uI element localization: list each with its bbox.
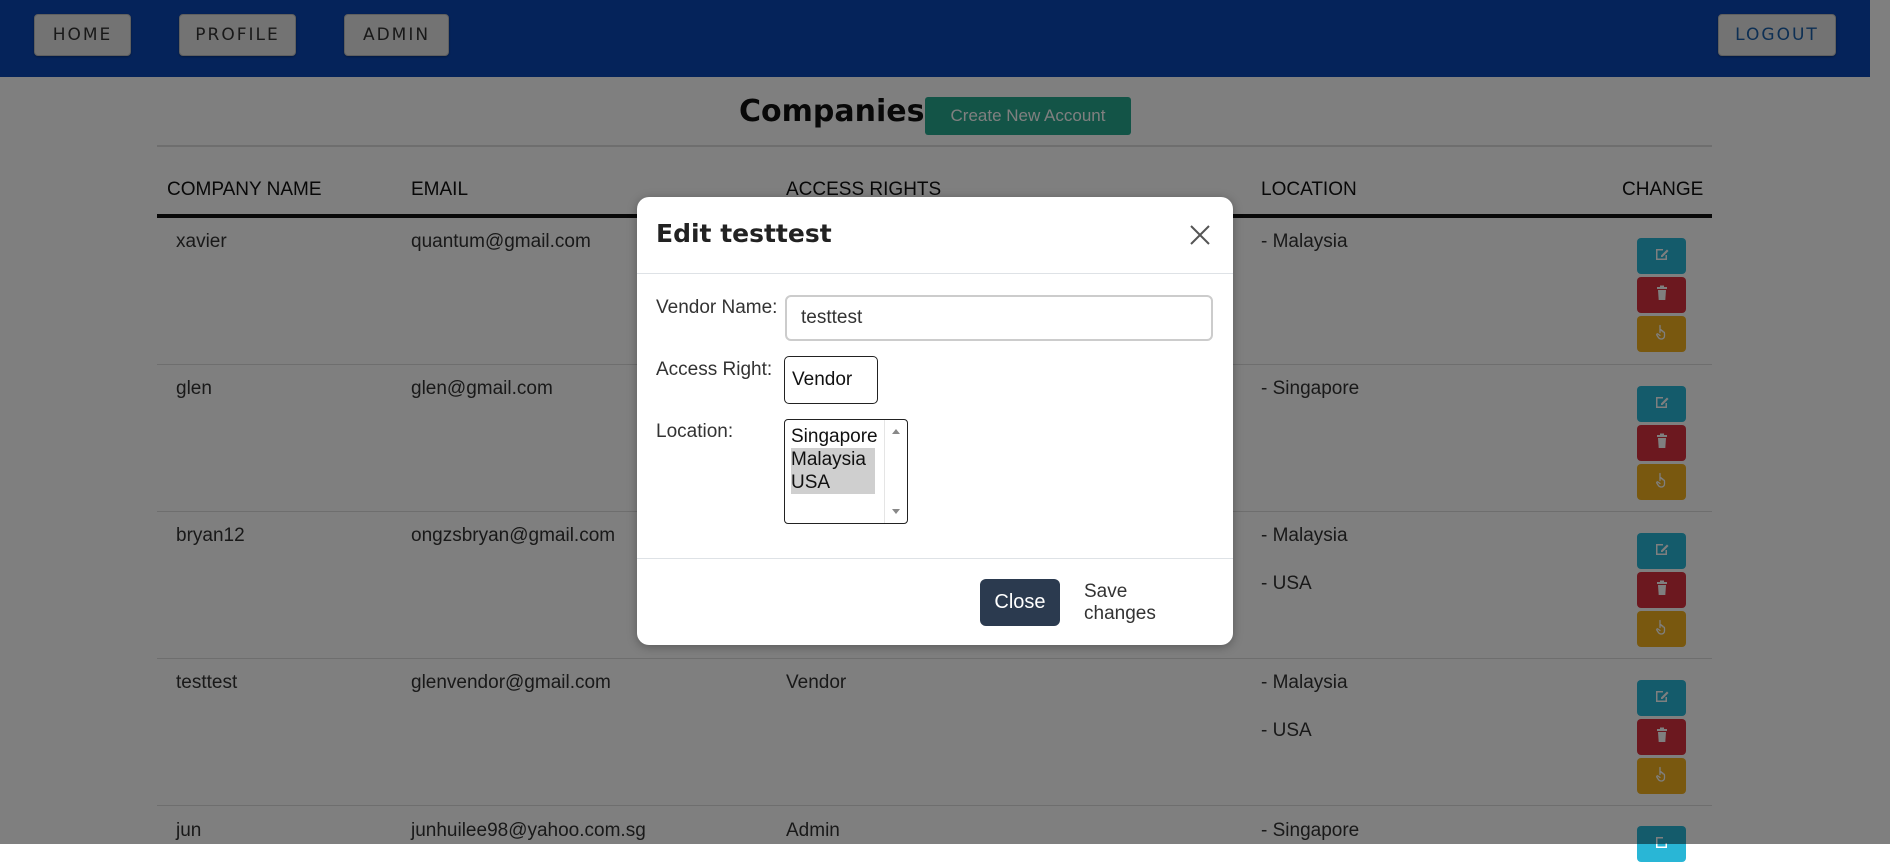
vendor-name-input[interactable]: testtest bbox=[785, 295, 1213, 341]
location-option[interactable]: Singapore bbox=[791, 425, 878, 448]
divider bbox=[637, 558, 1233, 559]
divider bbox=[637, 273, 1233, 274]
save-changes-button[interactable]: Save changes bbox=[1084, 579, 1202, 626]
access-right-select[interactable]: Vendor bbox=[784, 356, 878, 404]
location-option[interactable]: USA bbox=[791, 471, 875, 494]
edit-dialog: Edit testtest Vendor Name: testtest Acce… bbox=[637, 197, 1233, 645]
vendor-name-label: Vendor Name: bbox=[656, 297, 778, 318]
close-button[interactable]: Close bbox=[980, 579, 1060, 626]
location-label: Location: bbox=[656, 421, 734, 442]
location-option[interactable]: Malaysia bbox=[791, 448, 875, 471]
close-icon[interactable] bbox=[1187, 222, 1213, 248]
dialog-title: Edit testtest bbox=[656, 219, 832, 248]
scrollbar[interactable] bbox=[884, 420, 907, 523]
access-right-label: Access Right: bbox=[656, 359, 773, 380]
location-multiselect[interactable]: Singapore Malaysia USA bbox=[784, 419, 908, 524]
